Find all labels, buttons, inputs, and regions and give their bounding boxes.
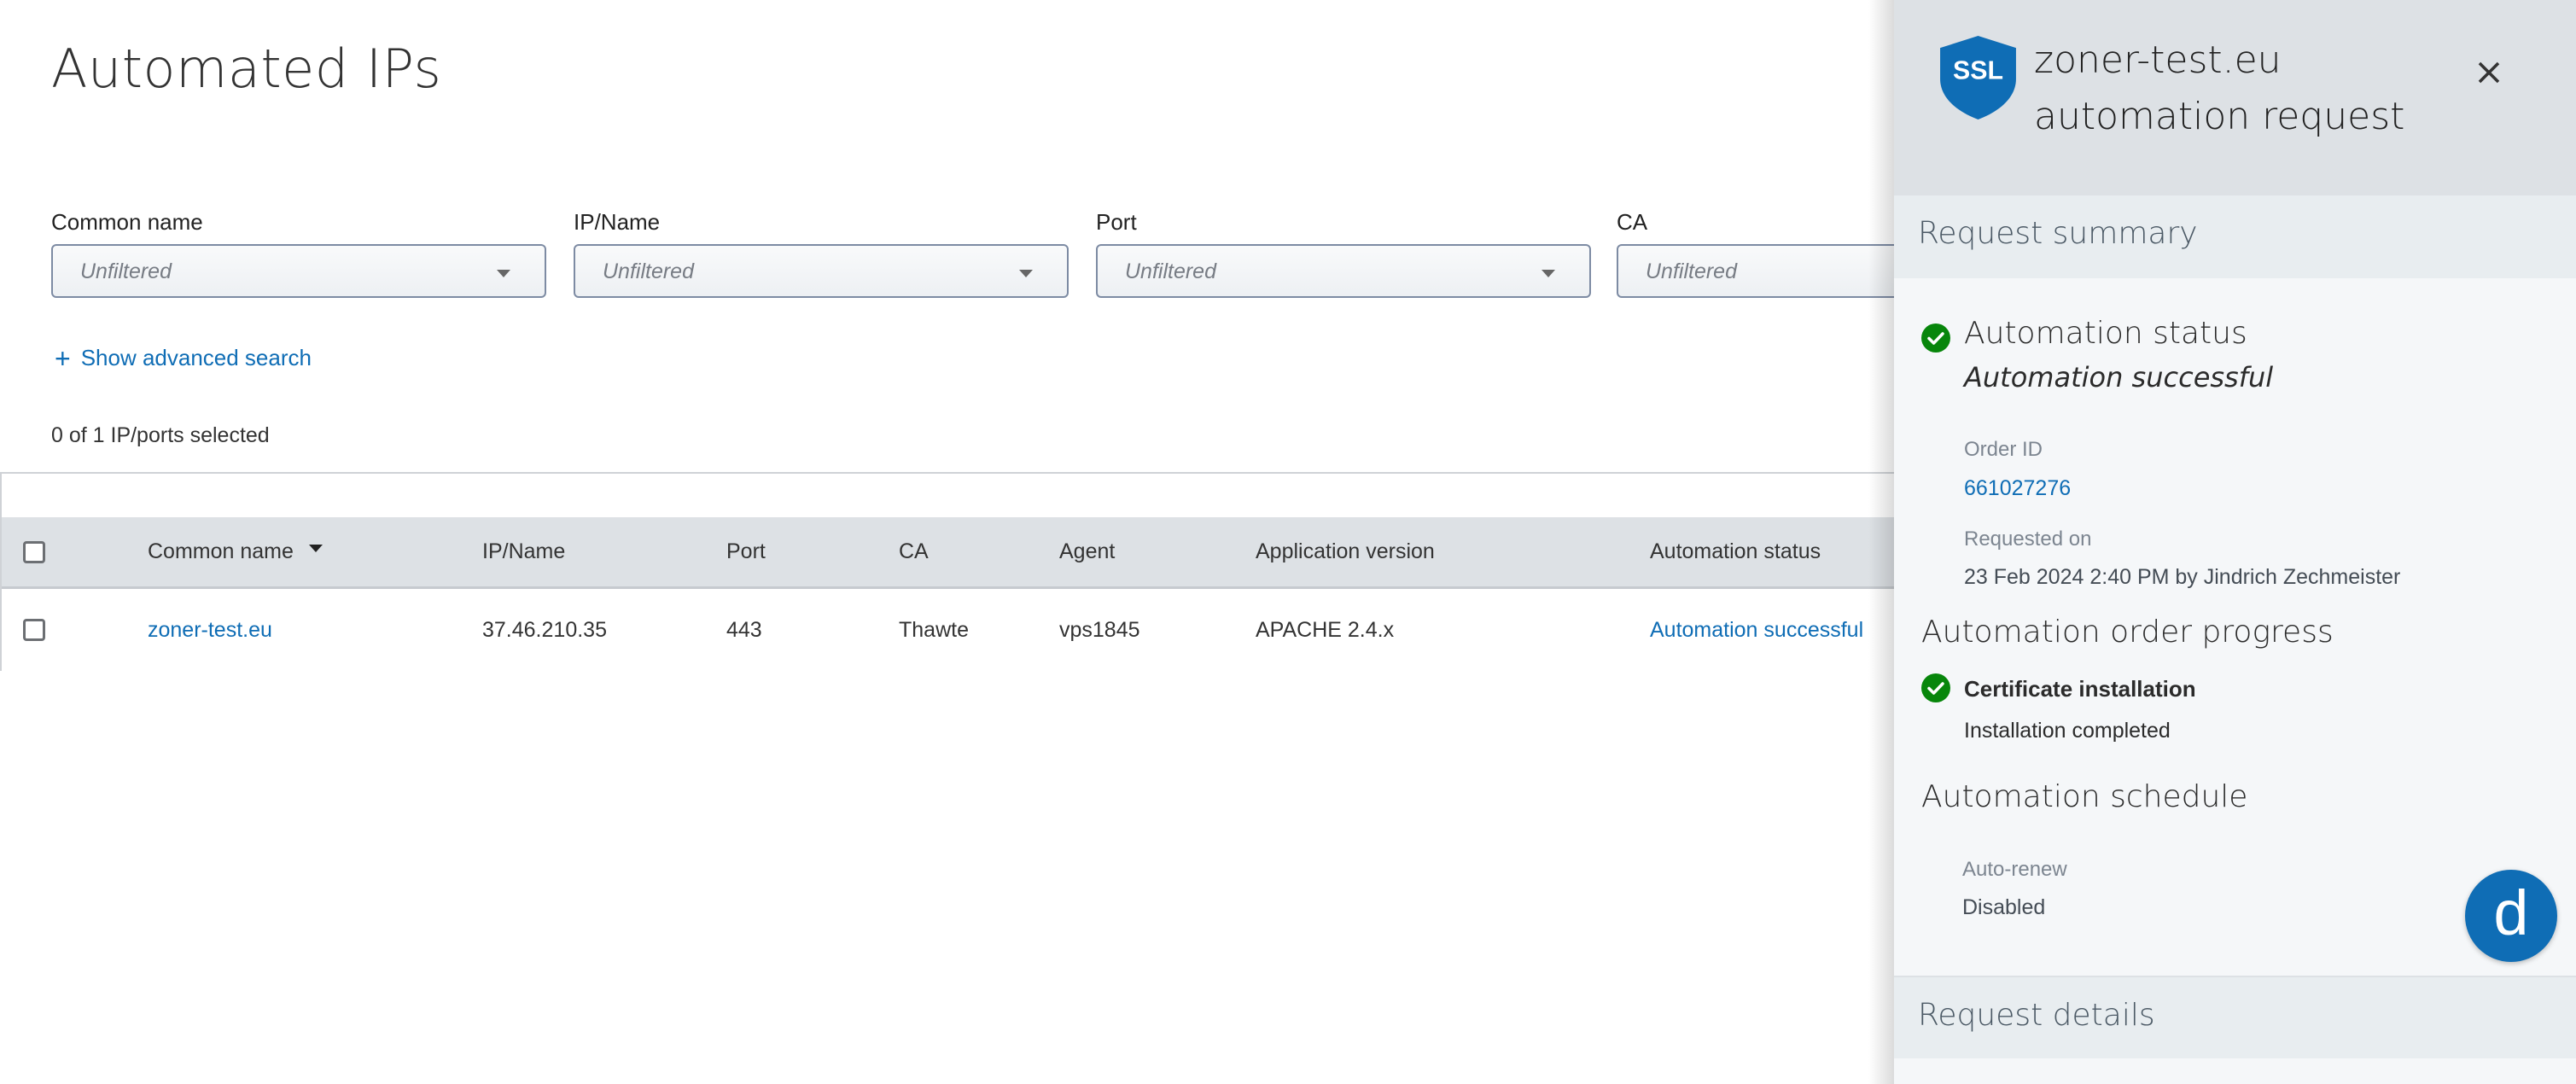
check-circle-icon <box>1921 323 1950 353</box>
auto-renew-label: Auto-renew <box>1962 858 2067 881</box>
panel-title-domain: zoner-test.eu <box>2034 38 2282 82</box>
ssl-icon-text: SSL <box>1953 57 2003 85</box>
column-header-agent[interactable]: Agent <box>1059 517 1115 586</box>
show-advanced-search-label: Show advanced search <box>80 345 312 370</box>
chevron-down-icon <box>1019 270 1033 277</box>
common-name-filter-select[interactable]: Unfiltered <box>51 244 546 298</box>
filter-common-name: Common name Unfiltered <box>51 205 546 298</box>
panel-shadow <box>1868 0 1894 1084</box>
plus-icon: + <box>55 342 71 374</box>
order-id-link[interactable]: 661027276 <box>1964 476 2071 501</box>
column-header-label: Common name <box>148 539 294 563</box>
filter-placeholder: Unfiltered <box>603 259 694 283</box>
show-advanced-search-link[interactable]: + Show advanced search <box>55 342 312 374</box>
column-header-label: IP/Name <box>482 539 566 563</box>
port-cell: 443 <box>726 617 762 642</box>
table-header-row: Common name IP/Name Port CA Agent Applic… <box>2 517 1894 589</box>
column-header-label: Application version <box>1256 539 1435 563</box>
filter-label: Port <box>1096 209 1137 235</box>
progress-step-detail: Installation completed <box>1964 719 2171 743</box>
request-summary-band[interactable]: Request summary <box>1894 195 2576 278</box>
column-header-label: Agent <box>1059 539 1116 563</box>
order-progress-heading: Automation order progress <box>1921 615 2334 650</box>
filter-port: Port Unfiltered <box>1096 205 1591 298</box>
column-header-ip-name[interactable]: IP/Name <box>482 517 565 586</box>
column-header-port[interactable]: Port <box>726 517 766 586</box>
column-header-automation-status[interactable]: Automation status <box>1650 517 1821 586</box>
filter-placeholder: Unfiltered <box>80 259 172 283</box>
automation-status-link[interactable]: Automation successful <box>1650 589 1863 671</box>
schedule-heading: Automation schedule <box>1921 779 2248 814</box>
selection-summary: 0 of 1 IP/ports selected <box>51 423 270 447</box>
filter-ip-name: IP/Name Unfiltered <box>574 205 1069 298</box>
page-title: Automated IPs <box>51 38 442 100</box>
ca-cell: Thawte <box>899 617 969 642</box>
sort-descending-icon <box>308 545 323 552</box>
panel-title-subtitle: automation request <box>2034 95 2405 138</box>
filter-label: Common name <box>51 209 203 235</box>
panel-title: zoner-test.eu automation request <box>2034 32 2404 145</box>
column-header-ca[interactable]: CA <box>899 517 929 586</box>
common-name-link[interactable]: zoner-test.eu <box>148 589 272 671</box>
progress-step-title: Certificate installation <box>1964 676 2196 702</box>
filter-placeholder: Unfiltered <box>1646 259 1737 283</box>
request-summary-heading: Request summary <box>1918 216 2198 251</box>
column-header-label: Port <box>726 539 766 563</box>
requested-on-value: 23 Feb 2024 2:40 PM by Jindrich Zechmeis… <box>1964 565 2401 589</box>
ip-name-filter-select[interactable]: Unfiltered <box>574 244 1069 298</box>
agent-cell: vps1845 <box>1059 617 1140 642</box>
chevron-down-icon <box>497 270 510 277</box>
table-row[interactable]: zoner-test.eu 37.46.210.35 443 Thawte vp… <box>2 589 1894 671</box>
application-version-cell: APACHE 2.4.x <box>1256 617 1395 642</box>
filter-placeholder: Unfiltered <box>1125 259 1216 283</box>
automation-status-title: Automation status <box>1964 316 2247 351</box>
panel-header: SSL zoner-test.eu automation request <box>1894 0 2576 195</box>
automation-status-value: Automation successful <box>1964 361 2274 393</box>
filter-label: IP/Name <box>574 209 661 235</box>
select-all-checkbox[interactable] <box>23 540 45 563</box>
ssl-shield-icon: SSL <box>1940 36 2016 119</box>
row-checkbox[interactable] <box>23 619 45 641</box>
automated-ips-table: Common name IP/Name Port CA Agent Applic… <box>0 472 1894 671</box>
column-header-label: Automation status <box>1650 539 1821 563</box>
request-details-heading: Request details <box>1918 998 2155 1033</box>
port-filter-select[interactable]: Unfiltered <box>1096 244 1591 298</box>
column-header-label: CA <box>899 539 929 563</box>
close-icon[interactable] <box>2476 60 2502 85</box>
ip-name-cell: 37.46.210.35 <box>482 617 607 642</box>
chat-launcher-button[interactable]: d <box>2465 870 2557 962</box>
column-header-common-name[interactable]: Common name <box>148 517 323 586</box>
order-id-label: Order ID <box>1964 438 2043 461</box>
requested-on-label: Requested on <box>1964 527 2092 551</box>
row-select-cell <box>23 589 45 671</box>
select-all-cell <box>23 517 45 586</box>
auto-renew-value: Disabled <box>1962 895 2046 919</box>
chevron-down-icon <box>1542 270 1555 277</box>
request-details-band[interactable]: Request details <box>1894 976 2576 1058</box>
chat-launcher-icon: d <box>2493 877 2529 948</box>
column-header-application-version[interactable]: Application version <box>1256 517 1435 586</box>
check-circle-icon <box>1921 673 1950 702</box>
